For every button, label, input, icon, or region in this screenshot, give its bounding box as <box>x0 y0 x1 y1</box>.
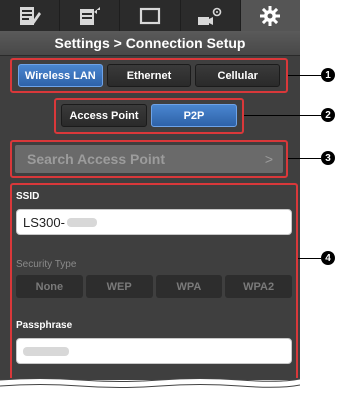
redacted-text <box>66 217 97 227</box>
access-point-button[interactable]: Access Point <box>61 104 147 127</box>
connection-settings-panel: SSID LS300- Security Type None WEP WPA W… <box>10 183 298 378</box>
ssid-value: LS300- <box>23 214 65 230</box>
top-tab-bar <box>0 0 300 31</box>
callout-badge: 1 <box>321 68 335 82</box>
cellular-button[interactable]: Cellular <box>195 64 281 87</box>
ethernet-button[interactable]: Ethernet <box>106 64 192 87</box>
tab-settings[interactable] <box>240 0 300 31</box>
tab-display-window[interactable] <box>120 0 181 31</box>
p2p-button[interactable]: P2P <box>151 104 237 127</box>
security-wpa-button[interactable]: WPA <box>155 275 223 298</box>
callout-line <box>288 75 321 76</box>
passphrase-field[interactable] <box>16 338 292 364</box>
camera-settings-icon <box>198 7 222 25</box>
list-edit-icon <box>19 6 41 25</box>
ssid-field[interactable]: LS300- <box>16 209 292 235</box>
redacted-text <box>23 346 69 356</box>
callout-line <box>288 158 321 159</box>
connection-type-selector: Wireless LAN Ethernet Cellular <box>10 58 288 93</box>
callout-line <box>244 115 321 116</box>
ssid-label: SSID <box>16 191 40 202</box>
wifi-mode-selector: Access Point P2P <box>54 98 244 134</box>
security-wpa2-button[interactable]: WPA2 <box>225 275 292 298</box>
security-wep-button[interactable]: WEP <box>85 275 153 298</box>
security-type-selector: None WEP WPA WPA2 <box>16 275 292 298</box>
search-access-point-button[interactable]: Search Access Point > <box>15 145 283 173</box>
export-list-icon <box>79 6 100 25</box>
security-none-button[interactable]: None <box>16 275 83 298</box>
tab-list-edit[interactable] <box>0 0 61 31</box>
search-access-point-frame: Search Access Point > <box>10 140 288 178</box>
callout-line <box>298 258 321 259</box>
phone-screen: Settings > Connection Setup Wireless LAN… <box>0 0 300 380</box>
callout-badge: 4 <box>321 251 335 265</box>
passphrase-label: Passphrase <box>16 320 73 331</box>
tab-export-list[interactable] <box>60 0 121 31</box>
tab-camera-settings[interactable] <box>181 0 241 31</box>
torn-edge <box>0 378 300 395</box>
gear-icon <box>260 5 281 26</box>
page-title: Settings > Connection Setup <box>0 31 300 56</box>
callout-badge: 2 <box>321 108 335 122</box>
chevron-right-icon: > <box>264 151 273 167</box>
callout-badge: 3 <box>321 151 335 165</box>
search-access-point-label: Search Access Point <box>27 151 165 167</box>
display-window-icon <box>139 7 161 24</box>
security-type-label: Security Type <box>16 259 77 270</box>
wireless-lan-button[interactable]: Wireless LAN <box>18 64 103 87</box>
